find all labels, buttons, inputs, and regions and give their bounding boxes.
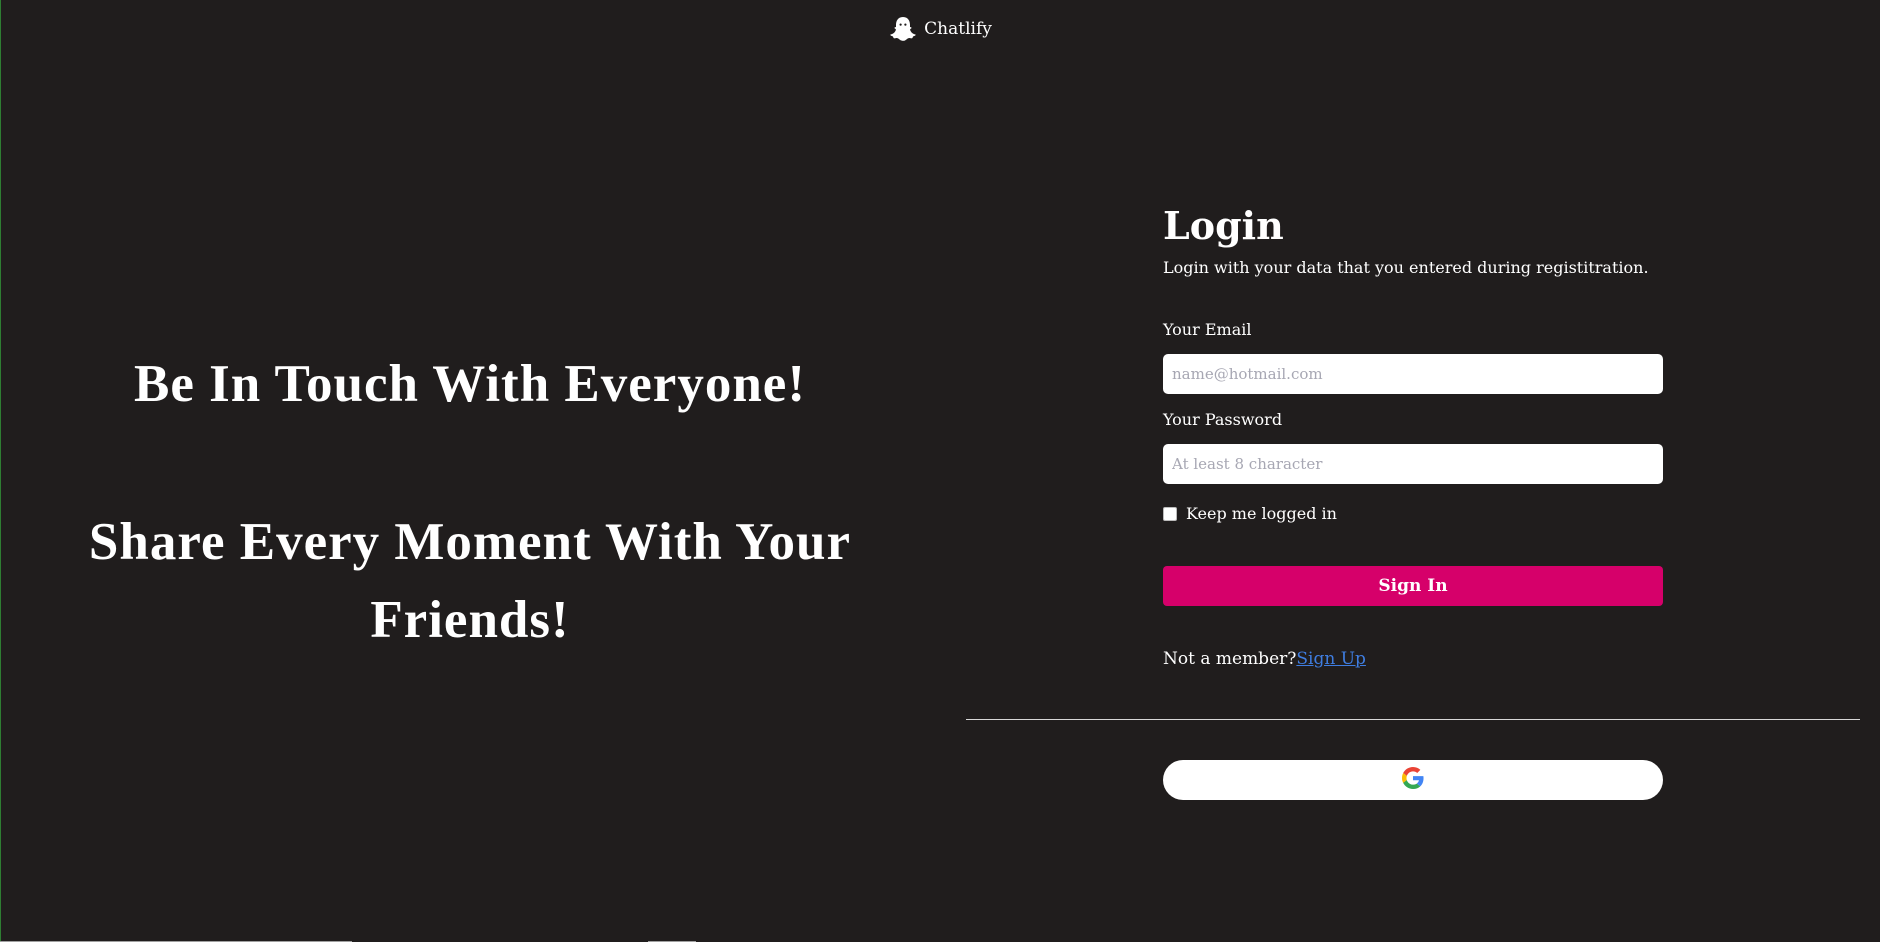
window-edge bbox=[0, 0, 1, 942]
sign-up-link[interactable]: Sign Up bbox=[1296, 649, 1366, 669]
login-form: Login Login with your data that you ente… bbox=[1163, 202, 1663, 670]
remember-me: Keep me logged in bbox=[1163, 504, 1663, 524]
password-label: Your Password bbox=[1163, 410, 1283, 429]
login-subtitle: Login with your data that you entered du… bbox=[1163, 258, 1649, 277]
top-bar: Chatlify bbox=[0, 14, 1880, 44]
ghost-icon bbox=[888, 14, 918, 44]
remember-checkbox[interactable] bbox=[1163, 507, 1177, 521]
sign-in-button[interactable]: Sign In bbox=[1163, 566, 1663, 606]
email-input[interactable] bbox=[1163, 354, 1663, 394]
brand-name: Chatlify bbox=[924, 19, 992, 39]
hero-section: Be In Touch With Everyone! Share Every M… bbox=[60, 345, 880, 659]
remember-label: Keep me logged in bbox=[1186, 504, 1337, 523]
not-member-text: Not a member? bbox=[1163, 649, 1297, 669]
hero-heading: Be In Touch With Everyone! bbox=[134, 355, 806, 413]
signup-prompt: Not a member?Sign Up bbox=[1163, 648, 1663, 670]
login-title: Login bbox=[1163, 203, 1284, 248]
divider bbox=[966, 719, 1860, 720]
google-sign-in-button[interactable] bbox=[1163, 760, 1663, 800]
hero-subheading: Share Every Moment With Your Friends! bbox=[88, 513, 852, 649]
email-label: Your Email bbox=[1163, 320, 1252, 339]
brand-logo[interactable]: Chatlify bbox=[888, 14, 992, 44]
google-icon bbox=[1402, 767, 1424, 793]
password-input[interactable] bbox=[1163, 444, 1663, 484]
